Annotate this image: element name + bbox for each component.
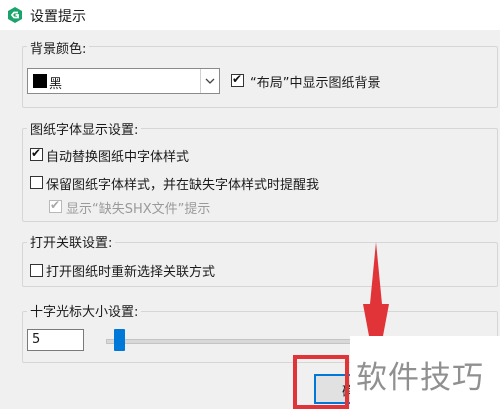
- app-logo-icon: [8, 7, 22, 23]
- font-display-group-title: 图纸字体显示设置:: [27, 119, 142, 138]
- watermark-panel: 软件技巧: [350, 336, 500, 409]
- highlight-box: [293, 355, 349, 409]
- chevron-down-icon: [205, 78, 215, 84]
- checkmark-icon: ✔: [50, 198, 61, 212]
- open-assoc-group-title: 打开关联设置:: [27, 232, 116, 251]
- crosshair-group-title: 十字光标大小设置:: [27, 301, 142, 320]
- selected-color-label: 黑: [49, 77, 63, 92]
- keep-font-style-label: 保留图纸字体样式，并在缺失字体样式时提醒我: [46, 178, 320, 193]
- crosshair-size-input[interactable]: 5: [27, 329, 84, 351]
- checkmark-icon: ✔: [31, 146, 42, 160]
- show-missing-shx-label: 显示“缺失SHX文件”提示: [66, 202, 211, 217]
- background-color-group-title: 背景颜色:: [27, 38, 90, 57]
- reselect-assoc-label: 打开图纸时重新选择关联方式: [46, 265, 216, 280]
- dropdown-arrow[interactable]: [200, 69, 219, 93]
- checkmark-icon: ✔: [232, 72, 243, 86]
- title-bar: 设置提示: [0, 0, 500, 30]
- crosshair-size-slider-thumb[interactable]: [114, 329, 125, 351]
- keep-font-style-checkbox[interactable]: [30, 176, 43, 189]
- crosshair-size-slider-track[interactable]: [106, 339, 388, 344]
- color-swatch: [33, 74, 47, 88]
- watermark-text: 软件技巧: [356, 360, 484, 396]
- show-layout-bg-checkbox[interactable]: ✔: [231, 72, 244, 87]
- show-missing-shx-checkbox[interactable]: ✔: [49, 198, 62, 213]
- reselect-assoc-checkbox[interactable]: [30, 264, 43, 277]
- auto-replace-font-label: 自动替换图纸中字体样式: [46, 150, 190, 165]
- auto-replace-font-checkbox[interactable]: ✔: [30, 146, 43, 161]
- show-layout-bg-label: “布局”中显示图纸背景: [250, 76, 381, 91]
- window-title: 设置提示: [30, 9, 86, 25]
- background-color-select[interactable]: 黑: [27, 68, 220, 94]
